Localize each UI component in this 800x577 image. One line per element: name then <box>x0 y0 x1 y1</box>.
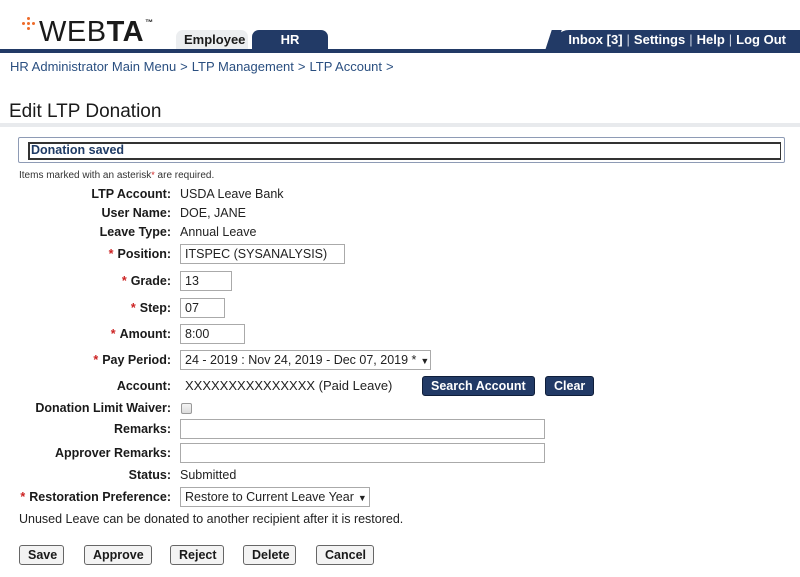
ltp-account-label: LTP Account: <box>91 187 171 201</box>
restoration-preference-select[interactable]: Restore to Current Leave Year ▼ <box>180 487 370 507</box>
row-pay-period: * Pay Period: 24 - 2019 : Nov 24, 2019 - … <box>0 350 800 370</box>
logout-link[interactable]: Log Out <box>736 32 786 47</box>
required-asterisk: * <box>93 353 99 367</box>
tab-hr-admin[interactable]: HR Admin <box>252 30 328 67</box>
search-account-button[interactable]: Search Account <box>422 376 535 396</box>
account-value: XXXXXXXXXXXXXXX (Paid Leave) <box>185 378 393 393</box>
step-input[interactable] <box>180 298 225 318</box>
dropdown-arrow-icon: ▼ <box>357 493 367 503</box>
breadcrumb-separator: > <box>386 59 394 74</box>
remarks-input[interactable] <box>180 419 545 439</box>
row-leave-type: Leave Type: Annual Leave <box>0 222 800 242</box>
required-fields-note: Items marked with an asterisk* are requi… <box>19 170 215 181</box>
save-button[interactable]: Save <box>19 545 64 565</box>
delete-button[interactable]: Delete <box>243 545 296 565</box>
logo-text-web: WEB <box>39 16 107 48</box>
row-approver-remarks: Approver Remarks: <box>0 443 800 463</box>
nav-separator: | <box>689 32 693 47</box>
clear-account-button[interactable]: Clear <box>545 376 595 396</box>
account-label: Account: <box>116 379 171 393</box>
approve-button[interactable]: Approve <box>84 545 152 565</box>
reject-button[interactable]: Reject <box>170 545 224 565</box>
user-name-label: User Name: <box>101 206 171 220</box>
row-ltp-account: LTP Account: USDA Leave Bank <box>0 184 800 204</box>
message-box: Donation saved <box>18 137 785 163</box>
breadcrumb-separator: > <box>180 59 188 74</box>
breadcrumb-ltp-management[interactable]: LTP Management <box>192 59 294 74</box>
user-name-value: DOE, JANE <box>180 206 246 220</box>
remarks-label: Remarks: <box>114 422 171 436</box>
amount-label: * Amount: <box>110 327 171 341</box>
status-label: Status: <box>128 468 171 482</box>
breadcrumb: HR Administrator Main Menu > LTP Managemen… <box>10 59 398 74</box>
inbox-link[interactable]: Inbox [3] <box>568 32 622 47</box>
position-input[interactable] <box>180 244 345 264</box>
leave-type-value: Annual Leave <box>180 225 257 239</box>
user-nav: Inbox [3] | Settings | Help | Log Out <box>553 30 800 53</box>
cancel-button[interactable]: Cancel <box>316 545 374 565</box>
approver-remarks-input[interactable] <box>180 443 545 463</box>
app-header: WEBTA™ Employee HR Admin Inbox [3] | Setti… <box>0 0 800 67</box>
grade-label: * Grade: <box>121 274 171 288</box>
required-asterisk: * <box>121 274 127 288</box>
breadcrumb-hr-admin-main-menu[interactable]: HR Administrator Main Menu <box>10 59 176 74</box>
restoration-preference-label: * Restoration Preference: <box>20 490 171 504</box>
donation-limit-waiver-label: Donation Limit Waiver: <box>35 401 171 415</box>
row-grade: * Grade: <box>0 271 800 291</box>
dropdown-arrow-icon: ▼ <box>420 356 430 366</box>
row-step: * Step: <box>0 298 800 318</box>
title-divider <box>0 123 800 127</box>
help-link[interactable]: Help <box>697 32 725 47</box>
grade-input[interactable] <box>180 271 232 291</box>
settings-link[interactable]: Settings <box>634 32 685 47</box>
row-status: Status: Submitted <box>0 465 800 485</box>
pay-period-select[interactable]: 24 - 2019 : Nov 24, 2019 - Dec 07, 2019 … <box>180 350 431 370</box>
nav-separator: | <box>626 32 630 47</box>
nav-separator: | <box>728 32 733 47</box>
leave-type-label: Leave Type: <box>99 225 171 239</box>
restoration-note: Unused Leave can be donated to another r… <box>19 512 404 526</box>
row-account: Account: XXXXXXXXXXXXXXX (Paid Leave) Se… <box>0 376 800 396</box>
row-user-name: User Name: DOE, JANE <box>0 203 800 223</box>
required-asterisk: * <box>20 490 26 504</box>
required-asterisk: * <box>130 301 136 315</box>
trademark-symbol: ™ <box>145 18 154 27</box>
approver-remarks-label: Approver Remarks: <box>54 446 171 460</box>
logo-dots-icon <box>22 17 36 31</box>
row-restoration-preference: * Restoration Preference: Restore to Curr… <box>0 487 800 507</box>
required-asterisk: * <box>110 327 116 341</box>
breadcrumb-separator: > <box>297 59 306 74</box>
donation-limit-waiver-checkbox[interactable] <box>181 403 192 414</box>
row-position: * Position: <box>0 244 800 264</box>
pay-period-label: * Pay Period: <box>93 353 171 367</box>
step-label: * Step: <box>130 301 171 315</box>
page-title: Edit LTP Donation <box>9 101 162 122</box>
row-amount: * Amount: <box>0 324 800 344</box>
amount-input[interactable] <box>180 324 245 344</box>
row-donation-limit-waiver: Donation Limit Waiver: <box>0 398 800 418</box>
status-value: Submitted <box>180 468 237 482</box>
row-remarks: Remarks: <box>0 419 800 439</box>
position-label: * Position: <box>108 247 171 261</box>
required-asterisk: * <box>108 247 114 261</box>
restoration-preference-selected: Restore to Current Leave Year <box>185 490 354 504</box>
tab-employee[interactable]: Employee <box>176 30 248 50</box>
pay-period-selected: 24 - 2019 : Nov 24, 2019 - Dec 07, 2019 … <box>185 353 417 367</box>
breadcrumb-ltp-account[interactable]: LTP Account <box>310 59 383 74</box>
success-message: Donation saved <box>28 142 781 160</box>
ltp-account-value: USDA Leave Bank <box>180 187 284 201</box>
logo-text-ta: TA <box>106 16 145 48</box>
